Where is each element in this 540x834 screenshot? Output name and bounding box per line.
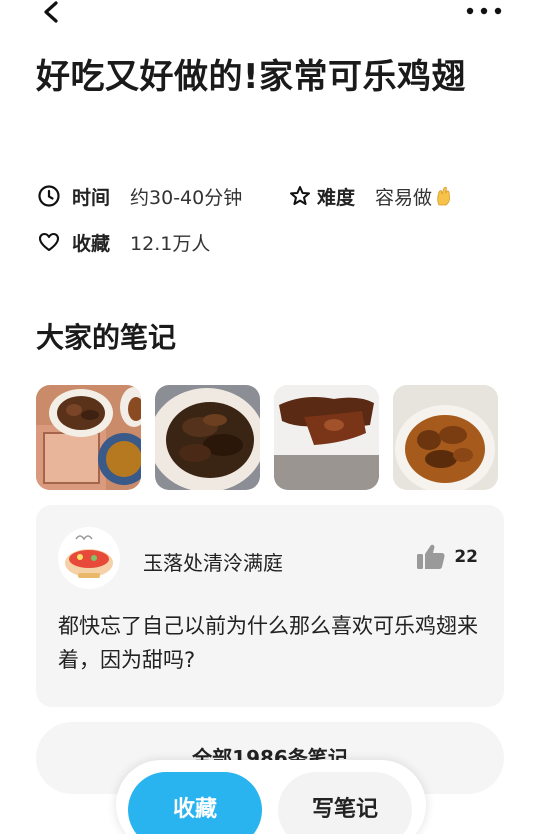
write-note-button[interactable]: 写笔记 — [278, 772, 412, 834]
note-photo-4[interactable] — [393, 385, 498, 490]
favorite-button[interactable]: 收藏 — [128, 772, 262, 834]
note-card[interactable]: 玉落处清泠满庭 22 都快忘了自己以前为什么那么喜欢可乐鸡翅来着，因为甜吗? — [36, 505, 504, 707]
meta-time-difficulty: 时间 约30-40分钟 难度 容易做 — [36, 181, 516, 211]
difficulty-label: 难度 — [317, 186, 356, 209]
star-icon — [287, 183, 313, 209]
more-button[interactable] — [464, 0, 504, 26]
favorites-label: 收藏 — [72, 232, 111, 255]
heart-icon — [36, 229, 62, 255]
thumbs-up-icon — [417, 544, 445, 569]
difficulty-value: 容易做 — [375, 186, 433, 209]
note-photo-2[interactable] — [155, 385, 260, 490]
recipe-page: 好吃又好做的!家常可乐鸡翅 时间 约30-40分钟 难度 容易做 收藏 12.1… — [0, 0, 540, 834]
note-text: 都快忘了自己以前为什么那么喜欢可乐鸡翅来着，因为甜吗? — [58, 614, 478, 672]
back-button[interactable] — [36, 0, 70, 30]
like-count: 22 — [454, 547, 478, 567]
note-username[interactable]: 玉落处清泠满庭 — [143, 547, 283, 576]
favorites-value: 12.1万人 — [130, 232, 211, 255]
meta-favorites: 收藏 12.1万人 — [36, 227, 210, 257]
bottom-action-bar: 收藏 写笔记 — [116, 760, 426, 834]
recipe-title: 好吃又好做的!家常可乐鸡翅 — [36, 57, 467, 97]
time-label: 时间 — [72, 186, 111, 209]
note-thumbnails — [36, 385, 498, 490]
time-value: 约30-40分钟 — [130, 186, 243, 209]
avatar[interactable] — [58, 527, 120, 589]
like-button[interactable]: 22 — [416, 543, 478, 571]
chevron-left-icon — [44, 1, 58, 23]
note-photo-3[interactable] — [274, 385, 379, 490]
clock-icon — [36, 183, 62, 209]
difficulty-block: 难度 容易做 — [287, 181, 454, 211]
notes-section-title: 大家的笔记 — [36, 321, 177, 354]
more-dots-icon — [466, 7, 502, 15]
fingers-crossed-icon — [434, 185, 454, 207]
note-photo-1[interactable] — [36, 385, 141, 490]
